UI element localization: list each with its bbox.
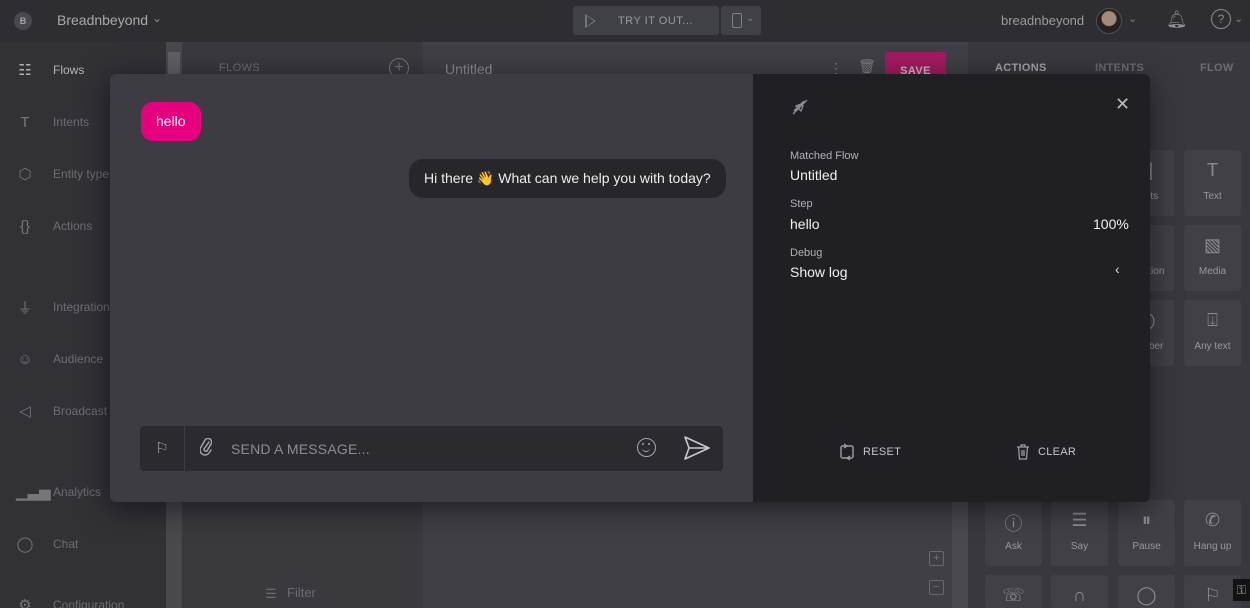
message-input[interactable] — [231, 436, 631, 461]
mute-icon[interactable] — [791, 98, 809, 121]
step-value: hello — [790, 216, 820, 232]
attachment-icon[interactable] — [199, 437, 213, 461]
debug-label: Debug — [790, 247, 823, 259]
reset-label: RESET — [863, 446, 902, 458]
try-it-out-modal: hello Hi there 👋 What can we help you wi… — [110, 74, 1150, 502]
paperclip-icon — [199, 437, 213, 456]
close-icon[interactable]: ✕ — [1115, 94, 1130, 115]
trash-icon — [1017, 444, 1029, 460]
step-label: Step — [790, 198, 813, 210]
show-log-link[interactable]: Show log — [790, 264, 848, 280]
bot-message-bubble: Hi there 👋 What can we help you with tod… — [409, 159, 726, 198]
matched-flow-value: Untitled — [790, 167, 838, 183]
debug-pane: ✕ Matched Flow Untitled Step hello 100% … — [753, 74, 1150, 502]
flag-icon[interactable]: ⚐ — [140, 426, 185, 471]
message-composer: ⚐ — [140, 426, 723, 471]
clear-button[interactable]: CLEAR — [1016, 443, 1076, 461]
step-confidence: 100% — [1093, 216, 1129, 232]
clear-label: CLEAR — [1038, 446, 1077, 458]
reset-icon — [840, 443, 854, 461]
chat-pane: hello Hi there 👋 What can we help you wi… — [110, 74, 753, 502]
chevron-left-icon[interactable]: ‹ — [1115, 261, 1120, 277]
send-icon[interactable] — [683, 435, 711, 466]
user-message-bubble: hello — [141, 102, 201, 141]
matched-flow-label: Matched Flow — [790, 150, 859, 162]
emoji-icon[interactable] — [637, 438, 656, 457]
reset-button[interactable]: RESET — [839, 443, 901, 461]
